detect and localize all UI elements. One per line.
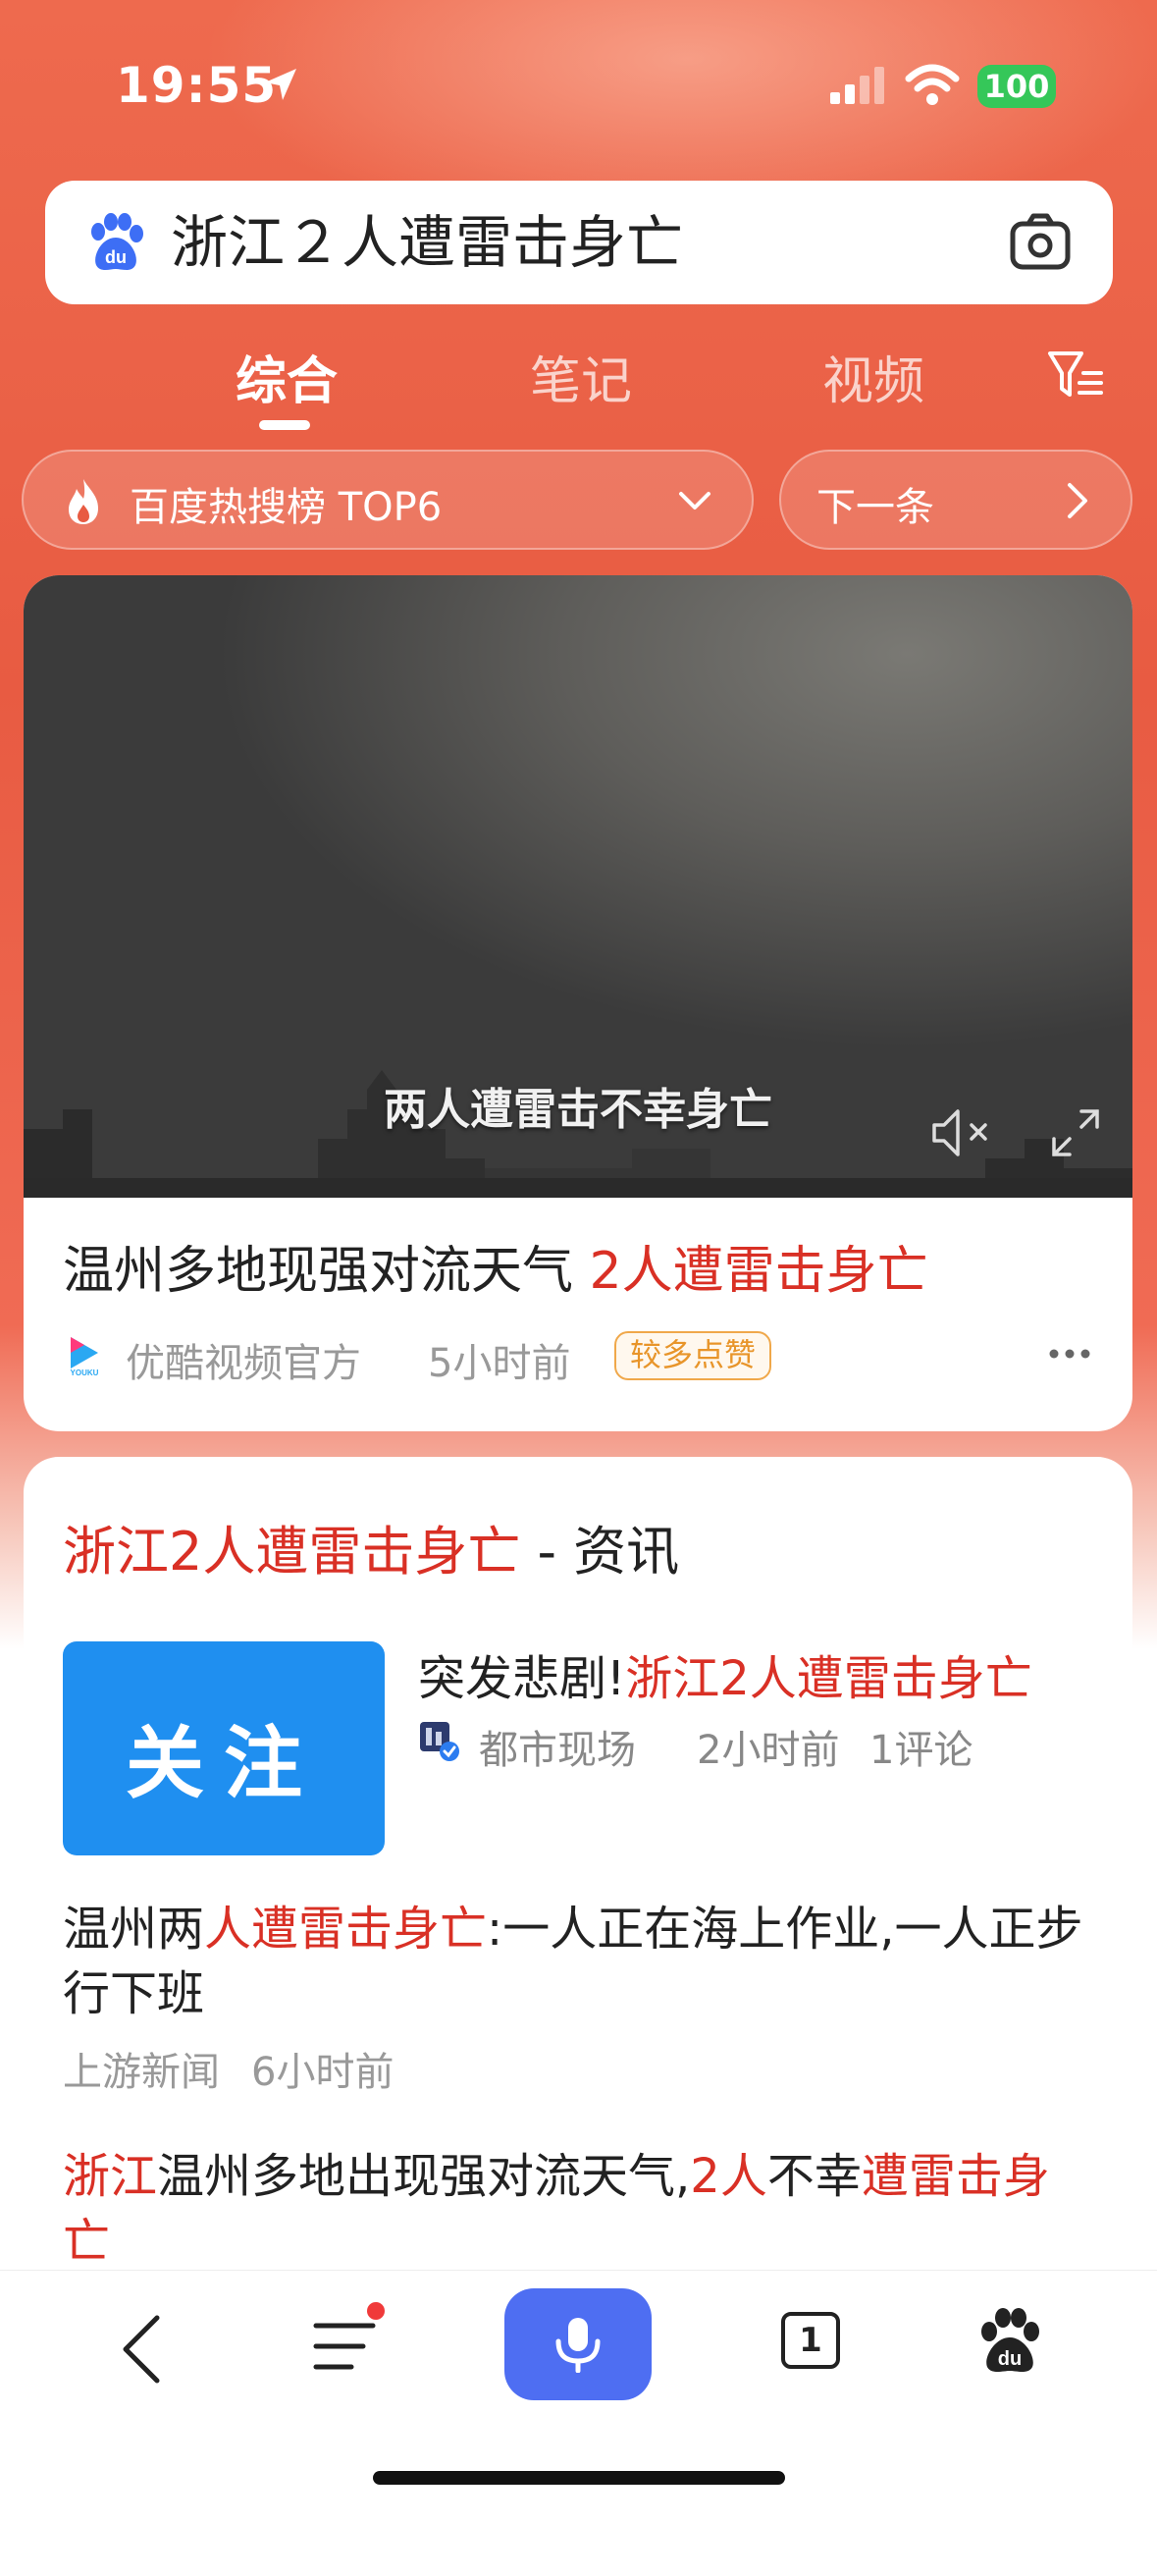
tab-video[interactable]: 视频 xyxy=(822,340,924,413)
video-player[interactable]: 两人遭雷击不幸身亡 xyxy=(24,575,1132,1198)
news-item-2-source: 上游新闻 xyxy=(63,2050,220,2095)
video-age: 5小时前 xyxy=(428,1341,571,1386)
mute-icon[interactable] xyxy=(928,1103,997,1162)
result-tabs: 综合 笔记 视频 xyxy=(0,330,1157,438)
more-options-icon[interactable] xyxy=(1048,1347,1091,1361)
wifi-icon xyxy=(905,64,960,105)
youku-logo-text: YOUKU xyxy=(71,1368,99,1376)
flame-icon xyxy=(69,479,98,524)
camera-icon[interactable] xyxy=(1009,212,1072,273)
baidu-home-icon[interactable]: du xyxy=(977,2308,1042,2377)
video-result-card[interactable]: 两人遭雷击不幸身亡 温州多地现强对流天气 2人遭雷击身亡 YOUKU 优酷视频官… xyxy=(24,575,1132,1431)
news-heading-highlight: 浙江2人遭雷击身亡 xyxy=(63,1521,521,1583)
chevron-right-icon xyxy=(1068,483,1087,518)
video-title-plain: 温州多地现强对流天气 xyxy=(63,1242,590,1301)
svg-text:du: du xyxy=(998,2348,1022,2370)
news-item-1-source[interactable]: 都市现场 xyxy=(479,1718,636,1775)
search-input[interactable]: 浙江２人遭雷击身亡 xyxy=(171,210,683,275)
thumbnail-text: 关注 xyxy=(126,1718,322,1809)
video-title-highlight: 2人遭雷击身亡 xyxy=(589,1242,928,1301)
news-item-1-comments: 1评论 xyxy=(869,1728,973,1773)
battery-indicator: 100 xyxy=(977,65,1056,108)
news-heading-suffix: - 资讯 xyxy=(520,1521,680,1583)
news-section-heading[interactable]: 浙江2人遭雷击身亡 - 资讯 xyxy=(63,1508,679,1585)
news-item-3-part4: 不幸 xyxy=(766,2149,862,2204)
svg-text:du: du xyxy=(105,247,127,267)
location-arrow-icon xyxy=(265,69,296,100)
tab-comprehensive[interactable]: 综合 xyxy=(236,340,338,413)
news-item-2-part1: 温州两 xyxy=(63,1902,205,1957)
news-item-3-part2: 温州多地出现强对流天气, xyxy=(157,2149,691,2204)
microphone-icon xyxy=(555,2318,601,2373)
bottom-toolbar: 1 du xyxy=(0,2270,1157,2510)
news-thumbnail[interactable]: 关注 xyxy=(63,1641,385,1855)
source-avatar-icon xyxy=(420,1722,459,1761)
news-item-3-title[interactable]: 浙江温州多地出现强对流天气,2人不幸遭雷击身亡 xyxy=(63,2144,1093,2274)
search-bar[interactable]: du 浙江２人遭雷击身亡 xyxy=(45,181,1113,304)
news-item-1-meta: 都市现场 2小时前 1评论 xyxy=(418,1714,1105,1773)
next-item-label: 下一条 xyxy=(816,485,934,530)
video-meta-row: YOUKU 优酷视频官方 5小时前 较多点赞 xyxy=(63,1325,1103,1386)
news-item-3-part1: 浙江 xyxy=(63,2149,158,2204)
video-source[interactable]: 优酷视频官方 xyxy=(126,1331,361,1388)
hot-search-ranking-pill[interactable]: 百度热搜榜 TOP6 xyxy=(22,450,754,550)
voice-search-button[interactable] xyxy=(504,2288,652,2400)
notification-dot xyxy=(367,2302,385,2320)
next-item-button[interactable]: 下一条 xyxy=(779,450,1132,550)
active-tab-indicator xyxy=(259,420,310,430)
baidu-paw-logo-icon: du xyxy=(91,213,143,270)
video-result-title[interactable]: 温州多地现强对流天气 2人遭雷击身亡 xyxy=(63,1229,928,1303)
menu-icon[interactable] xyxy=(312,2316,377,2377)
hot-search-label: 百度热搜榜 TOP6 xyxy=(130,485,443,530)
cellular-signal-icon xyxy=(830,67,884,104)
news-item-1-title-highlight: 浙江2人遭雷击身亡 xyxy=(625,1651,1032,1706)
news-item-1-title-plain: 突发悲剧! xyxy=(418,1651,626,1706)
news-item-1-age: 2小时前 xyxy=(697,1728,840,1773)
filter-icon[interactable] xyxy=(1046,348,1105,402)
news-item-2-highlight: 人遭雷击身亡 xyxy=(204,1902,488,1957)
fullscreen-icon[interactable] xyxy=(1048,1105,1103,1160)
popularity-badge: 较多点赞 xyxy=(614,1331,772,1380)
tab-notes[interactable]: 笔记 xyxy=(530,340,632,413)
youku-logo-icon: YOUKU xyxy=(71,1337,99,1376)
news-item-1-title[interactable]: 突发悲剧!浙江2人遭雷击身亡 xyxy=(418,1639,1032,1708)
news-item-3-part3: 2人 xyxy=(690,2149,767,2204)
back-arrow-icon[interactable] xyxy=(118,2312,165,2387)
status-bar: 19:55 100 xyxy=(0,0,1157,167)
news-item-2-age: 6小时前 xyxy=(251,2050,394,2095)
home-indicator xyxy=(373,2471,785,2485)
tab-count-button[interactable]: 1 xyxy=(781,2312,840,2369)
status-time: 19:55 xyxy=(116,57,278,114)
chevron-down-icon xyxy=(679,492,710,510)
news-item-2-title[interactable]: 温州两人遭雷击身亡:一人正在海上作业,一人正步行下班 xyxy=(63,1897,1093,2026)
